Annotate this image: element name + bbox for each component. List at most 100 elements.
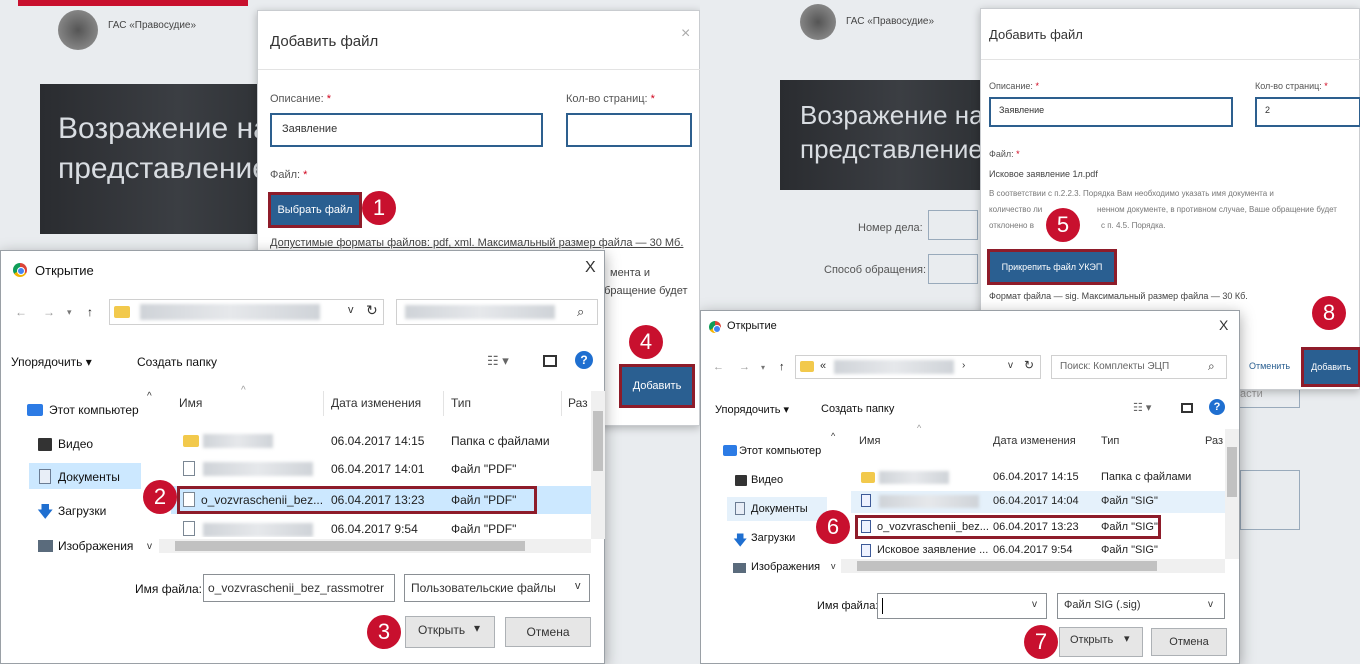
dropdown-chevron-icon[interactable]: ▾	[67, 307, 72, 318]
path-dropdown-icon[interactable]: v	[1008, 360, 1013, 371]
col-name[interactable]: Имя	[859, 435, 880, 447]
nav-documents[interactable]: Документы	[58, 470, 120, 484]
forward-arrow-icon[interactable]: →	[43, 305, 55, 319]
nav-downloads[interactable]: Загрузки	[751, 532, 795, 544]
new-folder-button[interactable]: Создать папку	[821, 403, 894, 415]
file-type-value: Пользовательские файлы	[411, 581, 556, 595]
help-icon[interactable]: ?	[1209, 399, 1225, 415]
nav-scroll-up-icon[interactable]: ^	[147, 391, 152, 402]
pages-label: Кол-во страниц: *	[1255, 81, 1328, 91]
dialog-close-button[interactable]: X	[585, 259, 596, 277]
preview-pane-icon[interactable]	[1181, 403, 1193, 413]
table-row[interactable]: Исковое заявление ... 06.04.2017 9:54 Фа…	[851, 541, 1225, 557]
col-date[interactable]: Дата изменения	[993, 435, 1076, 447]
col-type[interactable]: Тип	[1101, 435, 1119, 447]
refresh-icon[interactable]: ↻	[366, 302, 378, 319]
path-chevron-icon: ›	[962, 360, 966, 371]
open-file-dialog: Открытие X ← → ▾ ↑ « › v ↻ Поиск: Компле…	[700, 310, 1240, 664]
organize-menu[interactable]: Упорядочить ▾	[715, 403, 789, 416]
header-divider	[561, 391, 562, 416]
col-name[interactable]: Имя	[179, 396, 202, 410]
dialog-close-button[interactable]: X	[1219, 317, 1228, 333]
view-options-icon[interactable]: ☷ ▾	[487, 353, 509, 369]
cancel-button[interactable]: Отмена	[505, 617, 591, 647]
col-size[interactable]: Раз	[568, 396, 588, 410]
horizontal-scrollbar[interactable]	[159, 539, 591, 553]
description-input[interactable]: Заявление	[270, 113, 543, 147]
add-button[interactable]: Добавить	[1301, 347, 1360, 387]
nav-documents[interactable]: Документы	[751, 503, 808, 515]
table-row-selected[interactable]: o_vozvraschenii_bez... 06.04.2017 13:23 …	[171, 486, 591, 514]
forward-arrow-icon[interactable]: →	[739, 361, 750, 373]
case-number-input[interactable]	[928, 210, 978, 240]
attach-signature-button[interactable]: Прикрепить файл УКЭП	[987, 249, 1117, 285]
nav-pictures[interactable]: Изображения	[58, 539, 133, 553]
path-dropdown-icon[interactable]: v	[348, 304, 354, 316]
organize-menu[interactable]: Упорядочить ▾	[11, 355, 92, 369]
address-bar[interactable]: « › v ↻	[795, 355, 1041, 379]
nav-this-pc[interactable]: Этот компьютер	[739, 445, 821, 457]
back-arrow-icon[interactable]: ←	[15, 305, 27, 319]
table-row[interactable]: 06.04.2017 14:15 Папка с файлами	[851, 467, 1225, 489]
file-type-filter[interactable]: Пользовательские файлы v	[404, 574, 590, 602]
chrome-icon	[13, 263, 27, 277]
address-bar[interactable]: v ↻	[109, 299, 384, 325]
open-button[interactable]: Открыть ▾	[405, 616, 495, 648]
dropdown-chevron-icon[interactable]: ▾	[761, 363, 765, 372]
scrollbar-thumb[interactable]	[175, 541, 525, 551]
nav-scroll-down-icon[interactable]: v	[831, 561, 836, 571]
nav-this-pc[interactable]: Этот компьютер	[49, 403, 139, 417]
cancel-link[interactable]: Отменить	[1249, 361, 1290, 371]
nav-pictures[interactable]: Изображения	[751, 561, 820, 573]
search-box[interactable]: ⌕	[396, 299, 598, 325]
scrollbar-thumb[interactable]	[857, 561, 1157, 571]
add-button[interactable]: Добавить	[619, 364, 695, 408]
vertical-scrollbar[interactable]	[1225, 429, 1239, 559]
filename-chevron-icon[interactable]: v	[1032, 599, 1037, 610]
view-options-icon[interactable]: ☷ ▾	[1133, 401, 1151, 414]
open-button[interactable]: Открыть ▾	[1059, 627, 1143, 657]
col-size[interactable]: Раз	[1205, 435, 1223, 447]
method-select[interactable]	[928, 254, 978, 284]
filename-input[interactable]: o_vozvraschenii_bez_rassmotrer	[203, 574, 395, 602]
col-type[interactable]: Тип	[451, 396, 471, 410]
table-row[interactable]: 06.04.2017 14:15 Папка с файлами	[171, 429, 591, 455]
nav-scroll-down-icon[interactable]: v	[147, 541, 152, 552]
open-split-arrow-icon[interactable]: ▾	[1124, 632, 1130, 645]
choose-file-button[interactable]: Выбрать файл	[268, 192, 362, 228]
nav-scroll-up-icon[interactable]: ^	[831, 431, 835, 441]
preview-pane-icon[interactable]	[543, 355, 557, 367]
table-row[interactable]: 06.04.2017 14:04 Файл "SIG"	[851, 491, 1225, 513]
col-date[interactable]: Дата изменения	[331, 396, 421, 410]
open-split-arrow-icon[interactable]: ▾	[474, 621, 480, 635]
row-type: Файл "SIG"	[1101, 495, 1158, 507]
filename-input[interactable]: v	[877, 593, 1047, 619]
new-folder-button[interactable]: Создать папку	[137, 355, 217, 369]
nav-video[interactable]: Видео	[751, 474, 783, 486]
site-title[interactable]: ГАС «Правосудие»	[846, 16, 934, 27]
back-arrow-icon[interactable]: ←	[713, 361, 724, 373]
scrollbar-thumb[interactable]	[1227, 447, 1237, 497]
table-row[interactable]: 06.04.2017 14:01 Файл "PDF"	[171, 457, 591, 483]
search-box[interactable]: Поиск: Комплекты ЭЦП ⌕	[1051, 355, 1227, 379]
refresh-icon[interactable]: ↻	[1024, 358, 1034, 372]
file-type-filter[interactable]: Файл SIG (.sig) v	[1057, 593, 1225, 619]
pages-input[interactable]: 2	[1255, 97, 1360, 127]
up-arrow-icon[interactable]: ↑	[87, 305, 93, 319]
step-badge-8: 8	[1312, 296, 1346, 330]
vertical-scrollbar[interactable]	[591, 391, 605, 539]
help-icon[interactable]: ?	[575, 351, 593, 369]
up-arrow-icon[interactable]: ↑	[779, 361, 785, 373]
site-title[interactable]: ГАС «Правосудие»	[108, 20, 196, 31]
modal-close-button[interactable]: ×	[681, 25, 690, 43]
nav-downloads[interactable]: Загрузки	[58, 504, 106, 518]
cancel-button[interactable]: Отмена	[1151, 628, 1227, 656]
description-input[interactable]: Заявление	[989, 97, 1233, 127]
scrollbar-thumb[interactable]	[593, 411, 603, 471]
row-type: Файл "SIG"	[1101, 521, 1158, 533]
nav-video[interactable]: Видео	[58, 437, 93, 451]
table-row[interactable]: 06.04.2017 9:54 Файл "PDF"	[171, 517, 591, 537]
horizontal-scrollbar[interactable]	[841, 559, 1225, 573]
table-row-selected[interactable]: o_vozvraschenii_bez... 06.04.2017 13:23 …	[851, 515, 1225, 539]
pages-input[interactable]	[566, 113, 692, 147]
